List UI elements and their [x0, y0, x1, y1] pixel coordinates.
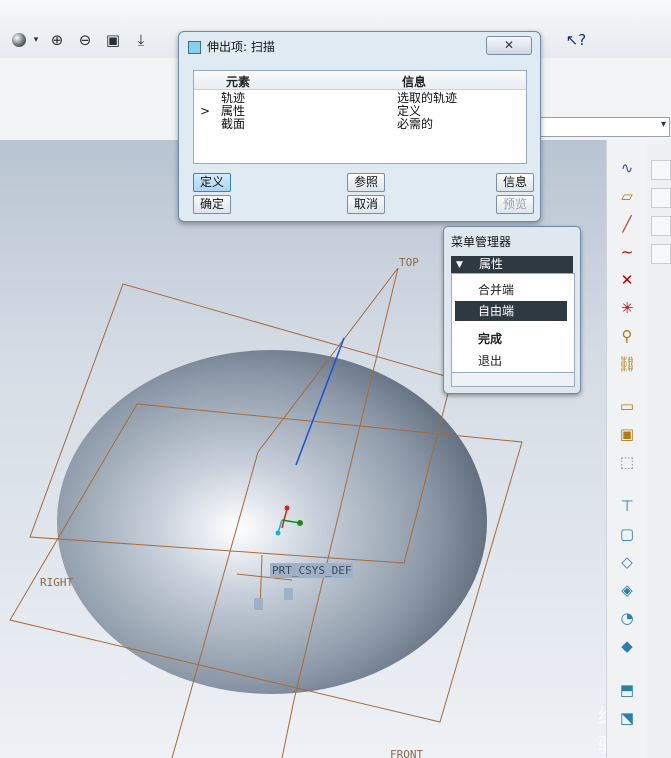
info-cell: 必需的 — [397, 117, 434, 131]
refit-icon[interactable]: ▣ — [102, 28, 124, 52]
layer-icon[interactable] — [651, 188, 671, 208]
sphere-icon[interactable] — [8, 28, 30, 52]
curve-icon[interactable]: ∼ — [615, 240, 639, 264]
col-element-header: 元素 — [226, 75, 251, 89]
orient-icon[interactable]: ⤓ — [130, 28, 152, 52]
menu-manager: 菜单管理器 ▼ 属性 合并端 自由端 完成 退出 — [443, 226, 581, 394]
menu-item-free-ends[interactable]: 自由端 — [455, 301, 567, 321]
csys-marker-1 — [254, 598, 263, 610]
extrude-icon[interactable]: ⬒ — [615, 678, 639, 702]
menu-title: 菜单管理器 — [451, 235, 512, 249]
current-row-marker: > — [200, 104, 211, 118]
define-button[interactable]: 定义 — [193, 173, 231, 192]
element-cell: 截面 — [221, 117, 246, 131]
sweep-dialog: 伸出项: 扫描 ✕ 元素 信息 轨迹 选取的轨迹 > 属性 定义 截面 必需的 … — [178, 31, 541, 222]
elements-table: 元素 信息 轨迹 选取的轨迹 > 属性 定义 截面 必需的 — [193, 70, 527, 164]
ok-button[interactable]: 确定 — [193, 195, 231, 214]
chain-icon[interactable]: ⛓ — [615, 352, 639, 376]
menu-item-merge-ends[interactable]: 合并端 — [478, 281, 514, 298]
datum-point-icon[interactable]: ✕ — [615, 268, 639, 292]
sketch-icon[interactable]: ∿ — [615, 156, 639, 180]
feature-toolbar: ∿ ▱ ╱ ∼ ✕ ✳ ⚲ ⛓ ▭ ▣ ⬚ ⊤ ▢ ◇ ◈ ◔ ◆ ⬒ ⬔ — [606, 140, 648, 758]
round-icon[interactable]: ◔ — [615, 606, 639, 630]
hole-icon[interactable]: ⊤ — [615, 494, 639, 518]
pattern-icon[interactable]: ▣ — [615, 422, 639, 446]
filter-dropdown[interactable]: ▾ — [540, 117, 670, 137]
analysis-icon[interactable]: ⚲ — [615, 324, 639, 348]
preview-button[interactable]: 预览 — [496, 195, 534, 214]
dialog-icon — [188, 41, 201, 54]
rib-icon[interactable]: ◇ — [615, 550, 639, 574]
dialog-titlebar: 伸出项: 扫描 — [185, 35, 535, 57]
chevron-down-icon[interactable]: ▾ — [30, 28, 42, 52]
shell-icon[interactable]: ▢ — [615, 522, 639, 546]
menu-group-label: 属性 — [479, 257, 504, 271]
datum-axis-icon[interactable]: ╱ — [615, 212, 639, 236]
copy-feature-icon[interactable]: ▭ — [615, 394, 639, 418]
close-icon: ✕ — [503, 38, 515, 52]
grid-icon[interactable] — [651, 244, 671, 264]
datum-label-front: FRONT — [390, 748, 424, 758]
col-info-header: 信息 — [402, 75, 427, 89]
refs-button[interactable]: 参照 — [347, 173, 385, 192]
chevron-down-icon: ▾ — [660, 119, 666, 130]
mirror-icon[interactable]: ⬚ — [615, 450, 639, 474]
watermark: 经验 — [598, 700, 606, 758]
zoom-in-icon[interactable]: ⊕ — [46, 28, 68, 52]
triangle-down-icon: ▼ — [456, 260, 463, 270]
whats-this-icon[interactable]: ↖? — [565, 28, 587, 52]
menu-item-done[interactable]: 完成 — [478, 330, 502, 347]
menu-footer — [451, 372, 575, 387]
saved-view-icon[interactable] — [651, 216, 671, 236]
menu-group-header[interactable]: ▼ 属性 — [451, 256, 573, 273]
csys-label: PRT_CSYS_DEF — [270, 563, 354, 578]
secondary-toolbar — [647, 140, 671, 758]
table-header: 元素 信息 — [194, 71, 526, 90]
dialog-title: 伸出项: 扫描 — [207, 40, 275, 54]
datum-label-right: RIGHT — [40, 576, 74, 589]
draft-icon[interactable]: ◈ — [615, 578, 639, 602]
menu-items-panel: 合并端 自由端 完成 退出 — [451, 273, 575, 373]
cancel-button[interactable]: 取消 — [347, 195, 385, 214]
datum-plane-icon[interactable]: ▱ — [615, 184, 639, 208]
revolve-icon[interactable]: ⬔ — [615, 706, 639, 730]
sphere-surface[interactable] — [57, 350, 487, 694]
menu-item-quit[interactable]: 退出 — [478, 352, 502, 369]
chamfer-icon[interactable]: ◆ — [615, 634, 639, 658]
csys-marker-2 — [284, 588, 293, 600]
csys-icon[interactable]: ✳ — [615, 296, 639, 320]
close-button[interactable]: ✕ — [486, 36, 532, 55]
info-button[interactable]: 信息 — [496, 173, 534, 192]
datum-label-top: TOP — [399, 256, 419, 269]
zoom-out-icon[interactable]: ⊖ — [74, 28, 96, 52]
view-icon[interactable] — [651, 160, 671, 180]
